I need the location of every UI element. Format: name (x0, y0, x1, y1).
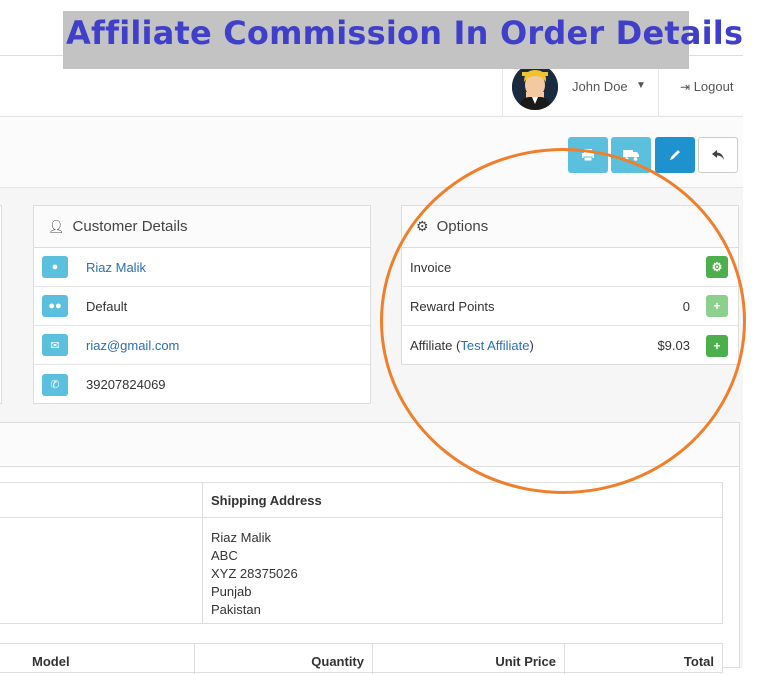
order-details-panel (0, 205, 2, 404)
customer-group: Default (86, 298, 128, 314)
column-header-model: Model (32, 654, 70, 669)
user-icon: 👤︎ (48, 218, 65, 234)
address-table-divider (0, 517, 722, 518)
header-bottom-border (0, 116, 743, 117)
user-icon: ● (42, 256, 68, 278)
address-table: Shipping Address Riaz Malik ABC XYZ 2837… (0, 482, 723, 624)
caret-down-icon[interactable]: ▼ (636, 80, 646, 91)
products-table-divider (194, 644, 195, 674)
customer-details-panel: 👤︎ Customer Details ● Riaz Malik ●● Defa… (33, 205, 371, 404)
logout-link[interactable]: ⇥ Logout (680, 79, 733, 94)
phone-icon: ✆ (42, 373, 68, 396)
edit-button[interactable] (655, 137, 695, 173)
sign-out-icon: ⇥ (680, 80, 691, 94)
customer-telephone: 39207824069 (86, 377, 166, 392)
address-line: Riaz Malik (211, 530, 271, 545)
products-table: Model Quantity Unit Price Total (0, 643, 723, 674)
highlight-circle (380, 148, 746, 494)
customer-phone-row: ✆ 39207824069 (34, 365, 370, 404)
address-line: XYZ 28375026 (211, 566, 298, 581)
group-icon: ●● (42, 295, 68, 317)
column-header-quantity: Quantity (311, 654, 364, 669)
customer-name-link[interactable]: Riaz Malik (86, 260, 146, 275)
avatar[interactable] (512, 64, 558, 110)
reply-icon (712, 150, 724, 160)
address-table-divider (202, 483, 203, 623)
products-table-divider (564, 644, 565, 674)
logout-label: Logout (693, 79, 734, 94)
address-line: Pakistan (211, 602, 261, 617)
column-header-unit-price: Unit Price (495, 654, 556, 669)
customer-details-heading: 👤︎ Customer Details (34, 206, 370, 248)
customer-heading-text: Customer Details (72, 218, 188, 235)
customer-email-link[interactable]: riaz@gmail.com (86, 338, 179, 353)
back-button[interactable] (698, 137, 738, 173)
shipping-address-lines: Riaz Malik ABC XYZ 28375026 Punjab Pakis… (211, 529, 298, 619)
column-header-total: Total (683, 654, 714, 669)
address-line: ABC (211, 548, 238, 563)
envelope-icon: ✉ (42, 334, 68, 356)
banner-title: Affiliate Commission In Order Details (66, 14, 744, 52)
pencil-icon (670, 150, 680, 160)
products-table-divider (372, 644, 373, 674)
address-line: Punjab (211, 584, 252, 599)
customer-name-row: ● Riaz Malik (34, 248, 370, 287)
customer-email-row: ✉ riaz@gmail.com (34, 326, 370, 365)
shipping-address-heading: Shipping Address (211, 493, 322, 508)
user-name[interactable]: John Doe (572, 79, 628, 94)
customer-group-row: ●● Default (34, 287, 370, 326)
